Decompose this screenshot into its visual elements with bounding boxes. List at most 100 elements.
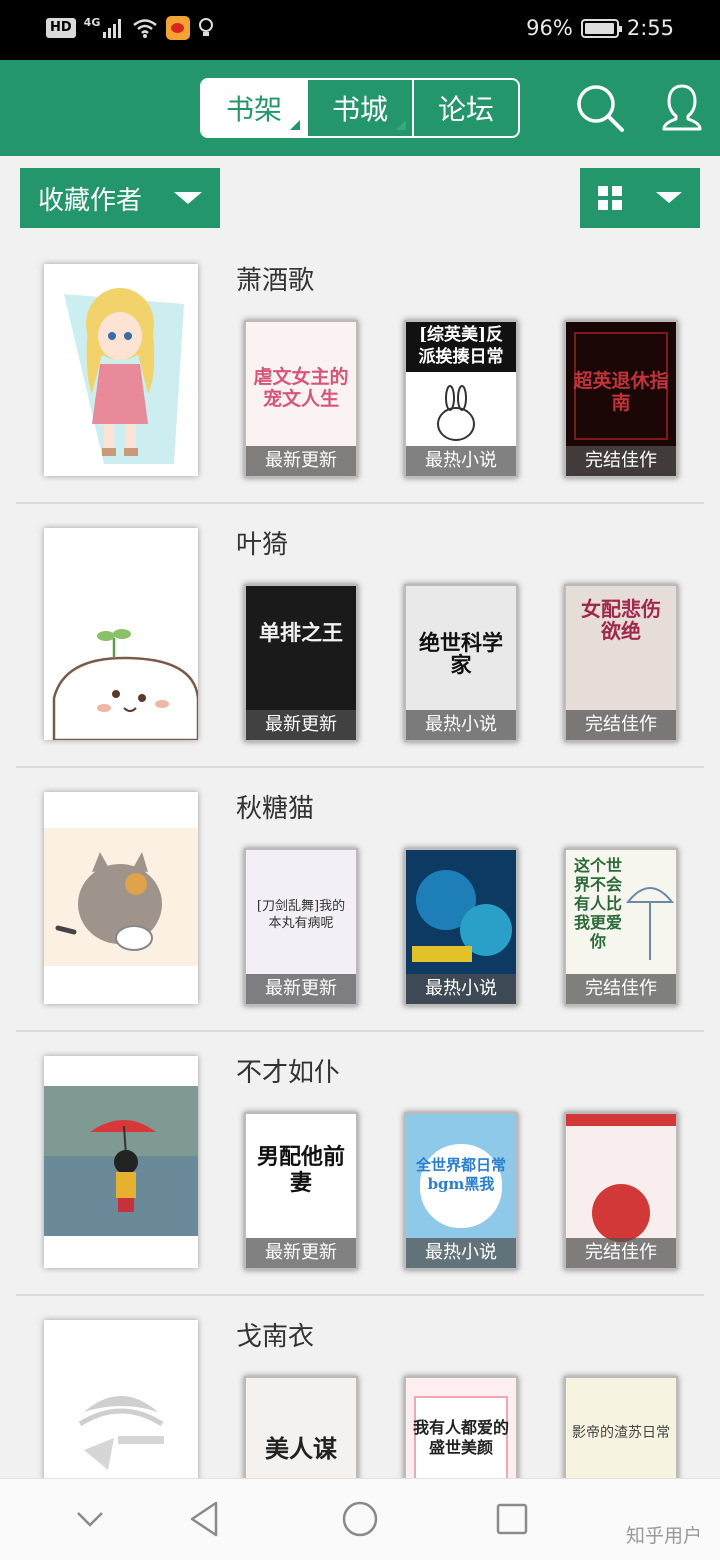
status-bar: HD 4G 96% 2:55: [0, 0, 720, 60]
filter-dropdown[interactable]: 收藏作者: [20, 168, 220, 228]
back-triangle-icon: [190, 1501, 218, 1537]
book-cover-title: 超英退休指南: [573, 370, 669, 414]
book-caption: 最新更新: [246, 446, 356, 476]
book-cover[interactable]: 虐文女主的宠文人生 最新更新: [244, 320, 358, 478]
book-caption: 最新更新: [246, 1238, 356, 1268]
book-caption: 最热小说: [406, 1238, 516, 1268]
book-caption: 最新更新: [246, 710, 356, 740]
jinjiang-logo-icon: [44, 1320, 198, 1478]
book-cover-title: 虐文女主的宠文人生: [253, 366, 349, 410]
tab-bookshelf[interactable]: 书架: [202, 80, 306, 136]
author-avatar[interactable]: [44, 1320, 198, 1478]
book-cover-title: 绝世科学家: [419, 630, 503, 677]
network-type: 4G: [83, 15, 101, 29]
watermark: 知乎用户: [625, 1525, 702, 1547]
book-cover[interactable]: 完结佳作: [564, 1112, 678, 1270]
author-list: 萧酒歌 虐文女主的宠文人生 最新更新 [综英美]反派挨揍日常 最热小说 超英退休…: [0, 240, 720, 1478]
status-icons-right: 96% 2:55: [526, 16, 674, 40]
tab-label: 论坛: [437, 93, 494, 126]
author-name[interactable]: 叶猗: [236, 524, 288, 561]
recents-square-icon: [496, 1503, 528, 1535]
avatar-illustration: [44, 1056, 198, 1268]
book-cover[interactable]: 这个世界不会有人比我更爱你 完结佳作: [564, 848, 678, 1006]
book-cover-title: 女配悲伤欲绝: [581, 597, 661, 643]
book-cover[interactable]: 美人谋: [244, 1376, 358, 1478]
profile-button[interactable]: [654, 80, 710, 136]
search-icon: [577, 85, 624, 132]
collapse-button[interactable]: [70, 1499, 110, 1539]
book-caption: 最新更新: [246, 974, 356, 1004]
dropdown-arrow-icon: [174, 192, 202, 204]
book-cover[interactable]: 绝世科学家 最热小说: [404, 584, 518, 742]
tab-corner-indicator: [396, 120, 406, 130]
author-avatar[interactable]: [44, 1056, 198, 1268]
dropdown-arrow-icon: [656, 192, 682, 203]
book-cover-title: 这个世界不会有人比我更爱你: [573, 856, 622, 951]
search-button[interactable]: [572, 80, 628, 136]
book-cover[interactable]: 我有人都爱的盛世美颜: [404, 1376, 518, 1478]
status-icons-left: HD 4G: [46, 16, 214, 40]
book-cover[interactable]: [综英美]反派挨揍日常 最热小说: [404, 320, 518, 478]
author-avatar[interactable]: [44, 792, 198, 1004]
author-name[interactable]: 戈南衣: [236, 1316, 314, 1353]
bunny-illustration: [437, 385, 475, 441]
hd-badge: HD: [46, 18, 76, 38]
wifi-icon: [133, 19, 158, 38]
author-avatar[interactable]: [44, 264, 198, 476]
book-caption: 完结佳作: [566, 1238, 676, 1268]
battery-icon: [580, 18, 622, 38]
book-cover[interactable]: 最热小说: [404, 848, 518, 1006]
recents-button[interactable]: [492, 1499, 532, 1539]
clock: 2:55: [626, 16, 674, 40]
tab-bookstore[interactable]: 书城: [306, 80, 412, 136]
book-caption: 最热小说: [406, 974, 516, 1004]
back-button[interactable]: [186, 1499, 226, 1539]
signal-icon: [103, 19, 122, 38]
book-caption: 完结佳作: [566, 446, 676, 476]
book-cover[interactable]: [刀剑乱舞]我的本丸有病呢 最新更新: [244, 848, 358, 1006]
tab-group: 书架 书城 论坛: [200, 78, 520, 138]
user-icon: [662, 84, 702, 131]
avatar-illustration: [44, 528, 198, 740]
book-cover-title: 单排之王: [259, 620, 343, 645]
tab-label: 书架: [225, 93, 282, 126]
filter-label: 收藏作者: [38, 185, 143, 216]
tab-label: 书城: [331, 93, 388, 126]
chevron-down-icon: [77, 1512, 103, 1527]
book-cover-title: 影帝的渣苏日常: [572, 1425, 670, 1441]
avatar-illustration: [44, 264, 198, 476]
home-button[interactable]: [340, 1499, 380, 1539]
grid-view-icon: [598, 186, 622, 210]
book-cover[interactable]: 单排之王 最新更新: [244, 584, 358, 742]
author-row: 秋糖猫 [刀剑乱舞]我的本丸有病呢 最新更新 最热小说 这个世界不会有人比我更爱…: [0, 768, 720, 1032]
book-caption: 完结佳作: [566, 710, 676, 740]
book-cover-title: [综英美]反派挨揍日常: [418, 325, 504, 367]
author-row: 叶猗 单排之王 最新更新 绝世科学家 最热小说 女配悲伤欲绝 完结佳作: [0, 504, 720, 768]
author-row: 戈南衣 美人谋 我有人都爱的盛世美颜 影帝的渣苏日常: [0, 1296, 720, 1478]
tab-forum[interactable]: 论坛: [412, 80, 518, 136]
book-cover-title: 男配他前妻: [256, 1144, 345, 1196]
author-row: 不才如仆 男配他前妻 最新更新 全世界都日常bgm黑我 最热小说 完结佳作: [0, 1032, 720, 1296]
weibo-app-icon: [166, 16, 191, 40]
book-cover[interactable]: 超英退休指南 完结佳作: [564, 320, 678, 478]
author-name[interactable]: 萧酒歌: [236, 260, 314, 297]
book-cover[interactable]: 男配他前妻 最新更新: [244, 1112, 358, 1270]
author-name[interactable]: 不才如仆: [236, 1052, 340, 1089]
avatar-illustration: [44, 792, 198, 1004]
book-caption: 完结佳作: [566, 974, 676, 1004]
battery-percent: 96%: [526, 16, 573, 40]
book-cover-title: 全世界都日常bgm黑我: [415, 1156, 506, 1193]
book-cover[interactable]: 全世界都日常bgm黑我 最热小说: [404, 1112, 518, 1270]
system-nav-bar: 知乎用户: [0, 1478, 720, 1560]
book-cover[interactable]: 影帝的渣苏日常: [564, 1376, 678, 1478]
book-cover[interactable]: 女配悲伤欲绝 完结佳作: [564, 584, 678, 742]
book-caption: 最热小说: [406, 446, 516, 476]
book-cover-title: 我有人都爱的盛世美颜: [412, 1418, 509, 1457]
author-name[interactable]: 秋糖猫: [236, 788, 314, 825]
tab-corner-indicator: [290, 120, 300, 130]
author-avatar[interactable]: [44, 528, 198, 740]
umbrella-illustration: [626, 887, 674, 960]
book-cover-title: [刀剑乱舞]我的本丸有病呢: [256, 899, 346, 931]
book-cover-title: 美人谋: [265, 1434, 337, 1463]
view-mode-dropdown[interactable]: [580, 168, 700, 228]
